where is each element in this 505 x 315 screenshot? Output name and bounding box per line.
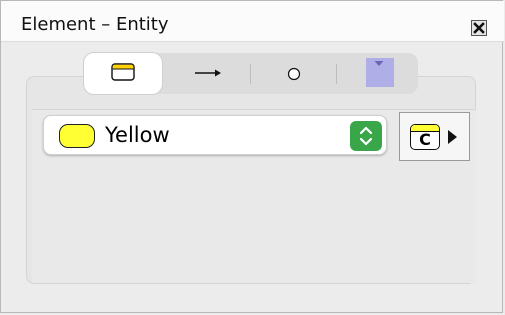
class-entity-button[interactable]: C xyxy=(399,112,470,161)
class-entity-icon: C xyxy=(410,124,440,150)
close-icon xyxy=(473,22,485,34)
arrow-icon xyxy=(195,69,221,77)
up-down-chevron-icon xyxy=(359,126,373,146)
style-select-value: Yellow xyxy=(105,123,170,147)
tab-entity-shape[interactable] xyxy=(84,53,162,94)
tab-color-fill[interactable] xyxy=(337,53,418,94)
tab-arrow[interactable] xyxy=(168,53,250,94)
entity-element-window: Element – Entity Yellow C xyxy=(0,0,504,313)
class-entity-letter: C xyxy=(419,130,431,149)
triangle-right-icon xyxy=(448,130,457,144)
color-swatch xyxy=(59,124,95,148)
color-fill-icon xyxy=(366,58,394,87)
style-select[interactable]: Yellow xyxy=(43,115,387,155)
circle-icon xyxy=(287,67,301,81)
tab-circle[interactable] xyxy=(251,53,335,94)
title-bar: Element – Entity xyxy=(1,1,504,42)
tab-bar xyxy=(84,53,418,94)
style-select-stepper[interactable] xyxy=(350,121,382,151)
close-button[interactable] xyxy=(471,20,487,36)
window-title: Element – Entity xyxy=(21,14,169,35)
entity-shape-icon xyxy=(111,63,135,81)
